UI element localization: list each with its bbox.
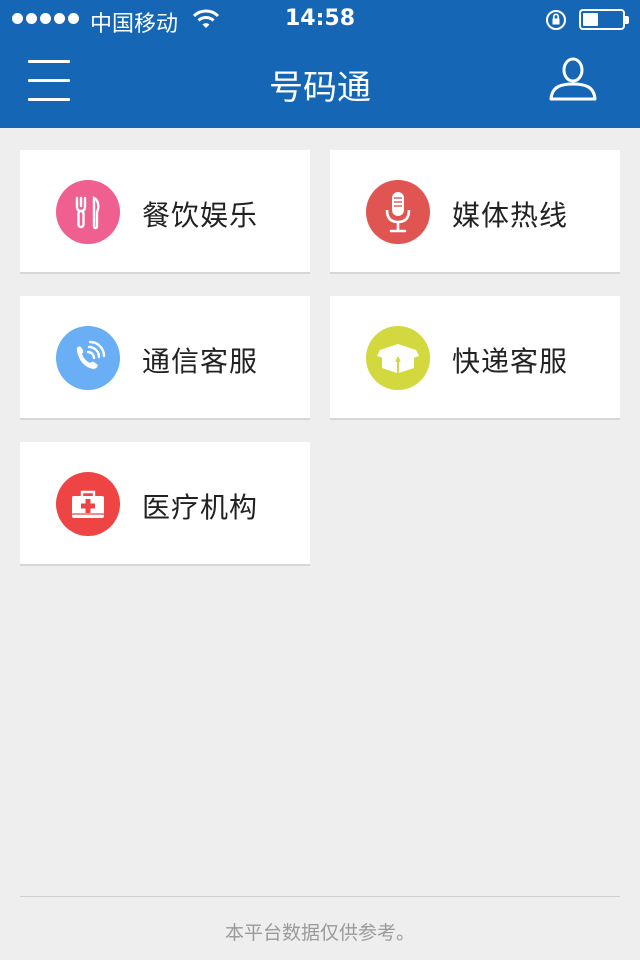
category-label: 通信客服	[142, 345, 259, 378]
category-label: 医疗机构	[142, 491, 259, 524]
category-card-media[interactable]: 媒体热线	[330, 150, 620, 274]
fork-knife-icon	[56, 180, 120, 244]
page-title: 号码通	[269, 68, 371, 108]
footer-disclaimer: 本平台数据仅供参考。	[224, 922, 415, 944]
rotation-lock-icon	[546, 10, 566, 30]
user-profile-button[interactable]	[548, 54, 598, 104]
category-label: 餐饮娱乐	[142, 199, 259, 232]
footer-divider	[20, 896, 620, 897]
category-card-telecom[interactable]: 通信客服	[20, 296, 310, 420]
battery-icon	[579, 9, 629, 30]
category-card-dining[interactable]: 餐饮娱乐	[20, 150, 310, 274]
category-card-express[interactable]: 快递客服	[330, 296, 620, 420]
first-aid-kit-icon	[56, 472, 120, 536]
app-header: 中国移动 14:58 号码通	[0, 0, 640, 128]
category-label: 媒体热线	[452, 199, 569, 232]
microphone-icon	[366, 180, 430, 244]
phone-call-icon	[56, 326, 120, 390]
package-box-icon	[366, 326, 430, 390]
category-card-medical[interactable]: 医疗机构	[20, 442, 310, 566]
status-bar: 中国移动 14:58	[0, 0, 640, 40]
category-label: 快递客服	[452, 345, 569, 378]
